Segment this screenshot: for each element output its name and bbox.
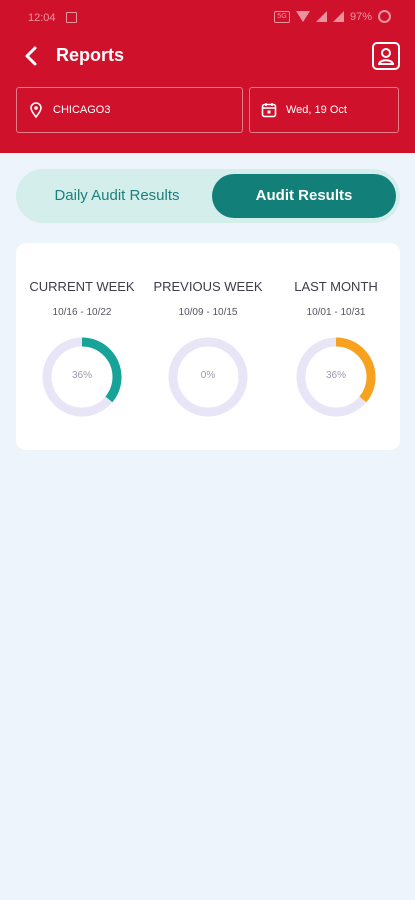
date-value: Wed, 19 Oct <box>286 104 347 116</box>
status-icons: 5G 97% <box>273 10 391 23</box>
period-range: 10/09 - 10/15 <box>178 307 238 318</box>
network-type-icon: 5G <box>273 10 290 23</box>
tab-switcher: Daily Audit Results Audit Results <box>16 169 400 223</box>
wifi-icon <box>295 11 310 22</box>
tab-daily-audit-results[interactable]: Daily Audit Results <box>22 174 212 218</box>
status-time: 12:04 <box>28 12 56 24</box>
location-selector[interactable]: CHICAGO3 <box>16 87 243 133</box>
calendar-icon <box>261 103 277 118</box>
percent-label: 36% <box>71 370 92 381</box>
location-value: CHICAGO3 <box>53 104 111 116</box>
battery-icon <box>378 10 391 23</box>
chevron-left-icon <box>25 46 37 66</box>
location-pin-icon <box>30 102 42 119</box>
signal-icon <box>315 11 327 22</box>
period-range: 10/16 - 10/22 <box>52 307 112 318</box>
app-header: 12:04 5G 97% Reports CHICAGO3 Wed, 19 Oc… <box>0 0 415 153</box>
period-title: CURRENT WEEK <box>29 279 135 294</box>
date-selector[interactable]: Wed, 19 Oct <box>249 87 399 133</box>
page-title: Reports <box>56 45 125 65</box>
period-title: PREVIOUS WEEK <box>153 279 263 294</box>
period-title: LAST MONTH <box>294 279 378 294</box>
signal-icon-2 <box>332 11 344 22</box>
percent-label: 0% <box>200 370 216 381</box>
percent-label: 36% <box>325 370 346 381</box>
battery-percent: 97% <box>349 10 372 23</box>
user-icon <box>378 48 394 65</box>
status-bar: 12:04 5G 97% <box>0 0 415 36</box>
tab-audit-results[interactable]: Audit Results <box>212 174 396 218</box>
profile-button[interactable] <box>372 42 400 70</box>
image-notification-icon <box>66 12 77 23</box>
period-range: 10/01 - 10/31 <box>306 307 366 318</box>
audit-summary-card: CURRENT WEEK 10/16 - 10/22 36% PREVIOUS … <box>16 243 400 450</box>
back-button[interactable] <box>18 42 46 70</box>
